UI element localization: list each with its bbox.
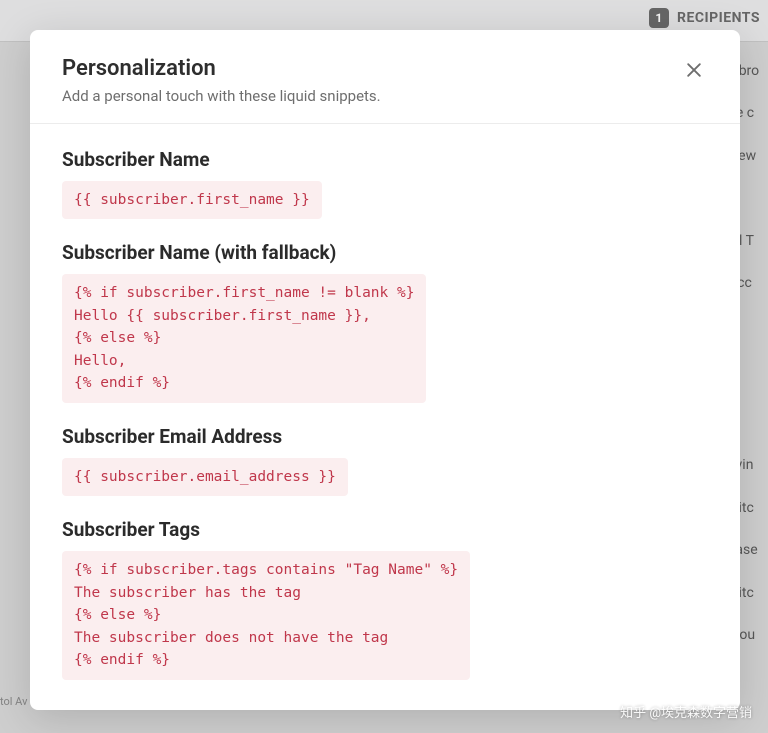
close-icon [684,60,704,80]
section-heading-subscriber-tags: Subscriber Tags [62,518,708,541]
section-heading-subscriber-name-fallback: Subscriber Name (with fallback) [62,241,708,264]
modal-header-text: Personalization Add a personal touch wit… [62,56,381,105]
code-snippet-subscriber-name-fallback[interactable]: {% if subscriber.first_name != blank %} … [62,274,426,402]
personalization-modal: Personalization Add a personal touch wit… [30,30,740,710]
section-heading-subscriber-email: Subscriber Email Address [62,425,708,448]
modal-title: Personalization [62,56,381,81]
close-button[interactable] [680,56,708,84]
modal-subtitle: Add a personal touch with these liquid s… [62,87,381,105]
modal-header: Personalization Add a personal touch wit… [30,30,740,124]
code-snippet-subscriber-name[interactable]: {{ subscriber.first_name }} [62,181,322,219]
code-snippet-subscriber-tags[interactable]: {% if subscriber.tags contains "Tag Name… [62,551,470,679]
code-snippet-subscriber-email[interactable]: {{ subscriber.email_address }} [62,458,348,496]
modal-body: Subscriber Name {{ subscriber.first_name… [30,124,740,710]
section-heading-subscriber-name: Subscriber Name [62,148,708,171]
